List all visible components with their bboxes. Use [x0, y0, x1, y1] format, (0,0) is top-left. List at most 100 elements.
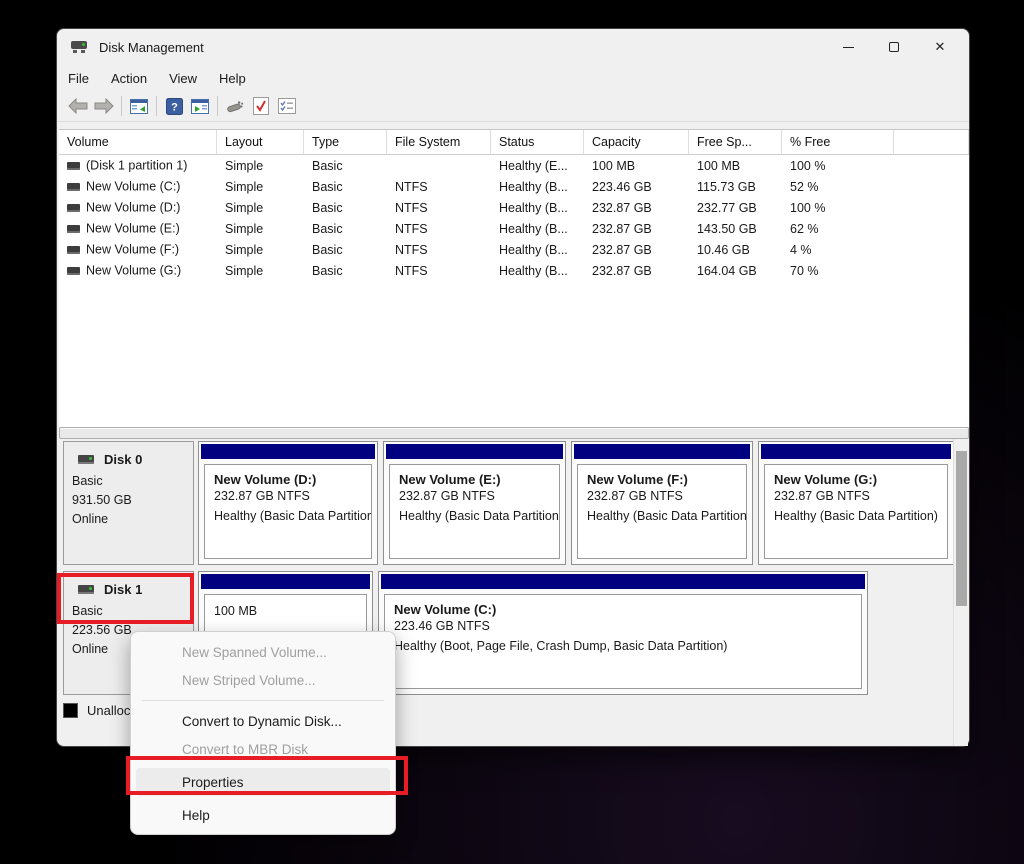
cell-free-space: 100 MB: [697, 158, 741, 173]
window-title: Disk Management: [99, 39, 204, 55]
volume-c-status: Healthy (Boot, Page File, Crash Dump, Ba…: [394, 638, 728, 653]
column-header-percent-free[interactable]: % Free: [782, 130, 894, 154]
volume-icon: [67, 224, 80, 233]
cell-capacity: 232.87 GB: [592, 200, 652, 215]
minimize-icon: [842, 46, 854, 48]
volume-color-strip: [386, 444, 563, 459]
volume-f-title: New Volume (F:): [587, 472, 688, 487]
volume-box-d[interactable]: New Volume (D:) 232.87 GB NTFS Healthy (…: [198, 441, 378, 565]
cell-volume: New Volume (E:): [86, 221, 180, 236]
table-row[interactable]: New Volume (G:) Simple Basic NTFS Health…: [59, 260, 969, 281]
volume-box-g[interactable]: New Volume (G:) 232.87 GB NTFS Healthy (…: [758, 441, 954, 565]
toolbar-separator: [121, 96, 122, 116]
rescan-disks-icon[interactable]: [222, 94, 248, 118]
vertical-scrollbar[interactable]: [953, 439, 968, 746]
volume-box-f[interactable]: New Volume (F:) 232.87 GB NTFS Healthy (…: [571, 441, 753, 565]
volume-e-title: New Volume (E:): [399, 472, 501, 487]
cell-status: Healthy (B...: [499, 179, 568, 194]
volume-d-status: Healthy (Basic Data Partition): [214, 508, 372, 523]
volume-icon: [67, 203, 80, 212]
back-arrow-icon[interactable]: [65, 94, 91, 118]
table-row[interactable]: New Volume (D:) Simple Basic NTFS Health…: [59, 197, 969, 218]
cell-capacity: 232.87 GB: [592, 242, 652, 257]
close-button[interactable]: ✕: [917, 29, 963, 65]
menu-item-properties[interactable]: Properties: [136, 768, 390, 796]
check-document-icon[interactable]: [248, 94, 274, 118]
title-bar[interactable]: Disk Management ✕: [57, 29, 969, 65]
volume-box-c[interactable]: New Volume (C:) 223.46 GB NTFS Healthy (…: [378, 571, 868, 695]
table-row[interactable]: (Disk 1 partition 1) Simple Basic Health…: [59, 155, 969, 176]
help-icon[interactable]: ?: [161, 94, 187, 118]
menu-action[interactable]: Action: [100, 68, 158, 89]
cell-percent-free: 62 %: [790, 221, 819, 236]
disk0-type: Basic: [72, 474, 103, 488]
show-action-pane-icon[interactable]: [187, 94, 213, 118]
cell-percent-free: 100 %: [790, 158, 826, 173]
volume-color-strip: [201, 574, 370, 589]
volume-color-strip: [574, 444, 750, 459]
toolbar-separator: [217, 96, 218, 116]
maximize-icon: [889, 42, 899, 52]
volume-g-title: New Volume (G:): [774, 472, 878, 487]
cell-volume: New Volume (C:): [86, 179, 181, 194]
cell-capacity: 223.46 GB: [592, 179, 652, 194]
disk0-size: 931.50 GB: [72, 493, 132, 507]
column-header-free-space[interactable]: Free Sp...: [689, 130, 782, 154]
cell-layout: Simple: [225, 263, 264, 278]
maximize-button[interactable]: [871, 29, 917, 65]
disk1-context-menu: New Spanned Volume... New Striped Volume…: [130, 631, 396, 835]
volume-color-strip: [381, 574, 865, 589]
column-header-status[interactable]: Status: [491, 130, 584, 154]
vertical-scrollbar-thumb[interactable]: [956, 451, 967, 606]
cell-type: Basic: [312, 221, 343, 236]
forward-arrow-icon[interactable]: [91, 94, 117, 118]
menu-item-convert-to-dynamic-disk[interactable]: Convert to Dynamic Disk...: [136, 707, 390, 735]
cell-percent-free: 70 %: [790, 263, 819, 278]
volume-g-size: 232.87 GB NTFS: [774, 489, 870, 503]
volume-list-pane: Volume Layout Type File System Status Ca…: [59, 129, 969, 427]
cell-type: Basic: [312, 158, 343, 173]
disk0-name: Disk 0: [104, 452, 143, 467]
table-row[interactable]: New Volume (C:) Simple Basic NTFS Health…: [59, 176, 969, 197]
column-header-volume[interactable]: Volume: [59, 130, 217, 154]
column-header-layout[interactable]: Layout: [217, 130, 304, 154]
volume-icon: [67, 182, 80, 191]
cell-capacity: 232.87 GB: [592, 221, 652, 236]
cell-free-space: 143.50 GB: [697, 221, 757, 236]
table-header-row: Volume Layout Type File System Status Ca…: [59, 130, 969, 155]
unallocated-swatch: [63, 703, 78, 718]
menu-help[interactable]: Help: [208, 68, 257, 89]
cell-capacity: 232.87 GB: [592, 263, 652, 278]
cell-free-space: 10.46 GB: [697, 242, 750, 257]
volume-e-size: 232.87 GB NTFS: [399, 489, 495, 503]
menu-item-help[interactable]: Help: [136, 801, 390, 829]
column-header-capacity[interactable]: Capacity: [584, 130, 689, 154]
menu-item-convert-to-mbr-disk: Convert to MBR Disk: [182, 741, 309, 757]
system-partition-size: 100 MB: [214, 604, 258, 618]
cell-layout: Simple: [225, 242, 264, 257]
volume-g-status: Healthy (Basic Data Partition): [774, 508, 938, 523]
cell-volume: New Volume (F:): [86, 242, 180, 257]
show-console-tree-icon[interactable]: [126, 94, 152, 118]
column-header-file-system[interactable]: File System: [387, 130, 491, 154]
minimize-button[interactable]: [825, 29, 871, 65]
column-header-type[interactable]: Type: [304, 130, 387, 154]
disk1-name: Disk 1: [104, 582, 143, 597]
disk1-type: Basic: [72, 604, 103, 618]
volume-color-strip: [761, 444, 951, 459]
disk-management-app-icon: [71, 40, 89, 54]
horizontal-scrollbar[interactable]: [59, 427, 969, 439]
cell-status: Healthy (B...: [499, 263, 568, 278]
menu-file[interactable]: File: [57, 68, 100, 89]
menu-view[interactable]: View: [158, 68, 208, 89]
property-list-icon[interactable]: [274, 94, 300, 118]
disk0-info-panel[interactable]: Disk 0 Basic 931.50 GB Online: [63, 441, 194, 565]
cell-type: Basic: [312, 242, 343, 257]
cell-type: Basic: [312, 179, 343, 194]
menu-item-new-striped-volume: New Striped Volume...: [182, 672, 316, 688]
cell-layout: Simple: [225, 179, 264, 194]
table-row[interactable]: New Volume (F:) Simple Basic NTFS Health…: [59, 239, 969, 260]
volume-box-e[interactable]: New Volume (E:) 232.87 GB NTFS Healthy (…: [383, 441, 566, 565]
table-row[interactable]: New Volume (E:) Simple Basic NTFS Health…: [59, 218, 969, 239]
cell-layout: Simple: [225, 200, 264, 215]
